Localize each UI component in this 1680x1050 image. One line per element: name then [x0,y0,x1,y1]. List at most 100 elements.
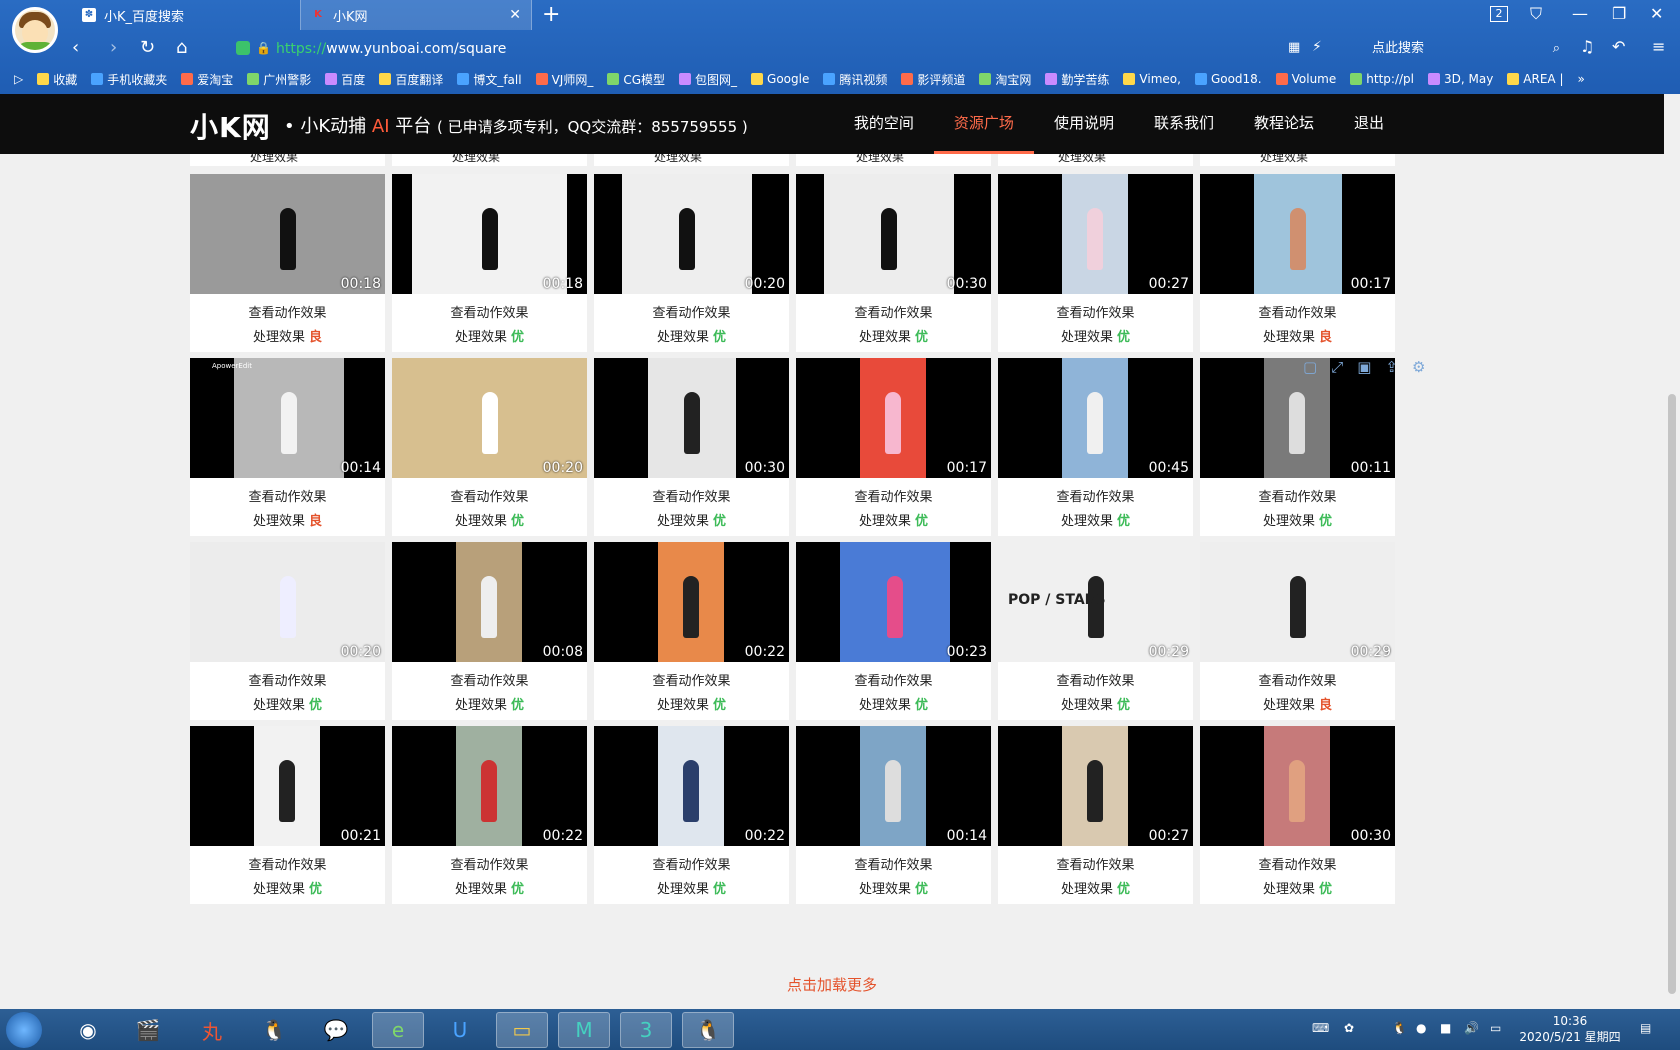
forward-icon[interactable]: › [110,37,117,58]
app-icon[interactable]: U [434,1012,486,1048]
video-thumbnail[interactable]: 00:18 [392,174,587,294]
video-thumbnail[interactable]: ApowerEdit 00:14 [190,358,385,478]
3dsmax-icon[interactable]: 3 [620,1012,672,1048]
bookmark-item[interactable]: 影评频道 [901,71,965,88]
video-thumbnail[interactable]: 00:20 [594,174,789,294]
shirt-icon[interactable]: ⛉ [1530,4,1542,24]
view-motion-link[interactable]: 查看动作效果 [190,302,385,321]
video-thumbnail[interactable]: 00:08 [392,542,587,662]
back-icon[interactable]: ‹ [72,37,79,58]
folder-icon[interactable]: ▭ [496,1012,548,1048]
video-card[interactable]: 00:22 查看动作效果 处理效果优 [594,542,789,720]
view-motion-link[interactable]: 查看动作效果 [796,670,991,689]
bookmark-item[interactable]: VJ师网_ [535,71,593,88]
scrollbar[interactable] [1664,94,1680,1009]
menu-icon[interactable]: ≡ [1652,37,1665,56]
bookmark-toggle-icon[interactable]: ▷ [14,72,23,86]
home-icon[interactable]: ⌂ [176,37,187,58]
bookmark-item[interactable]: 3D, May [1427,72,1493,86]
fullscreen-icon[interactable]: ⤢ [1331,358,1343,376]
video-thumbnail[interactable]: POP / STARS 00:29 [998,542,1193,662]
video-thumbnail[interactable]: 00:20 [392,358,587,478]
video-card[interactable]: 00:30 查看动作效果 处理效果优 [1200,726,1395,904]
view-motion-link[interactable]: 查看动作效果 [594,486,789,505]
menu-item[interactable]: 资源广场 [933,94,1034,154]
close-window-icon[interactable]: ✕ [1650,4,1663,23]
undo-icon[interactable]: ↶ [1612,37,1625,56]
qq-icon[interactable]: 🐧 [682,1012,734,1048]
new-tab-button[interactable]: + [542,2,560,27]
view-motion-link[interactable]: 查看动作效果 [594,670,789,689]
copy-icon[interactable]: ▢ [1303,358,1317,376]
bookmark-item[interactable]: CG模型 [607,71,665,88]
bookmark-item[interactable]: http://pl [1350,72,1414,86]
site-logo[interactable]: 小K网 [190,106,271,146]
video-thumbnail[interactable]: 00:21 [190,726,385,846]
view-motion-link[interactable]: 查看动作效果 [190,670,385,689]
view-motion-link[interactable]: 查看动作效果 [190,486,385,505]
menu-item[interactable]: 退出 [1334,94,1404,154]
tray-icon[interactable]: ● [1416,1021,1426,1035]
bookmark-item[interactable]: 淘宝网 [979,71,1031,88]
tray-icon[interactable]: ■ [1440,1021,1451,1035]
view-motion-link[interactable]: 查看动作效果 [1200,670,1395,689]
view-motion-link[interactable]: 查看动作效果 [1200,302,1395,321]
settings-icon[interactable]: ⚙ [1412,358,1425,376]
video-thumbnail[interactable]: 00:22 [594,726,789,846]
video-card[interactable]: 00:27 查看动作效果 处理效果优 [998,174,1193,352]
view-motion-link[interactable]: 查看动作效果 [796,302,991,321]
video-thumbnail[interactable]: 00:30 [796,174,991,294]
menu-item[interactable]: 使用说明 [1034,94,1134,154]
video-card[interactable]: 00:22 查看动作效果 处理效果优 [392,726,587,904]
app-icon[interactable]: ◉ [62,1012,114,1048]
bookmark-item[interactable]: AREA | [1507,72,1564,86]
video-card[interactable]: 00:17 查看动作效果 处理效果优 [796,358,991,536]
clapper-icon[interactable]: 🎬 [122,1012,174,1048]
view-motion-link[interactable]: 查看动作效果 [392,854,587,873]
video-thumbnail[interactable]: 00:45 [998,358,1193,478]
qq-icon[interactable]: 🐧 [248,1012,300,1048]
video-thumbnail[interactable]: 00:18 [190,174,385,294]
tray-icon[interactable]: ✿ [1344,1021,1354,1035]
video-thumbnail[interactable]: 00:27 [998,726,1193,846]
view-motion-link[interactable]: 查看动作效果 [190,854,385,873]
tab-xiaok-active[interactable]: K 小K网 ✕ [300,0,532,30]
video-card[interactable]: 00:18 查看动作效果 处理效果优 [392,174,587,352]
bookmark-item[interactable]: Volume [1275,72,1336,86]
view-motion-link[interactable]: 查看动作效果 [796,854,991,873]
view-motion-link[interactable]: 查看动作效果 [998,854,1193,873]
video-thumbnail[interactable]: 00:30 [1200,726,1395,846]
view-motion-link[interactable]: 查看动作效果 [998,670,1193,689]
video-thumbnail[interactable]: 00:22 [594,542,789,662]
bookmark-item[interactable]: 腾讯视频 [823,71,887,88]
start-button[interactable] [6,1012,42,1048]
video-card[interactable]: 00:20 查看动作效果 处理效果优 [190,542,385,720]
network-icon[interactable]: ▭ [1490,1021,1501,1035]
video-card[interactable]: 00:23 查看动作效果 处理效果优 [796,542,991,720]
menu-item[interactable]: 教程论坛 [1234,94,1334,154]
video-card[interactable]: 00:30 查看动作效果 处理效果优 [594,358,789,536]
bookmark-item[interactable]: 爱淘宝 [181,71,233,88]
menu-item[interactable]: 联系我们 [1134,94,1234,154]
app-icon[interactable]: 丸 [186,1012,238,1048]
video-card[interactable]: 00:29 查看动作效果 处理效果良 [1200,542,1395,720]
video-thumbnail[interactable]: 00:27 [998,174,1193,294]
bookmark-item[interactable]: 广州警影 [247,71,311,88]
video-card[interactable]: POP / STARS 00:29 查看动作效果 处理效果优 [998,542,1193,720]
video-thumbnail[interactable]: 00:17 [1200,174,1395,294]
video-thumbnail[interactable]: 00:23 [796,542,991,662]
video-card[interactable]: 00:11 查看动作效果 处理效果优 [1200,358,1395,536]
video-card[interactable]: 00:18 查看动作效果 处理效果良 [190,174,385,352]
view-motion-link[interactable]: 查看动作效果 [1200,854,1395,873]
video-card[interactable]: 00:14 查看动作效果 处理效果优 [796,726,991,904]
close-tab-icon[interactable]: ✕ [509,7,521,23]
share-icon[interactable]: ⇪ [1385,358,1398,376]
bookmark-item[interactable]: Good18. [1194,72,1262,86]
video-thumbnail[interactable]: 00:22 [392,726,587,846]
load-more-link[interactable]: 点击加载更多 [0,974,1664,995]
video-thumbnail[interactable]: 00:20 [190,542,385,662]
bookmark-item[interactable]: 勤学苦练 [1045,71,1109,88]
qq-tray-icon[interactable]: 🐧 [1392,1021,1407,1035]
address-bar[interactable]: 🔒 https://www.yunboai.com/square [228,38,1308,60]
bookmark-item[interactable]: 手机收藏夹 [91,71,167,88]
